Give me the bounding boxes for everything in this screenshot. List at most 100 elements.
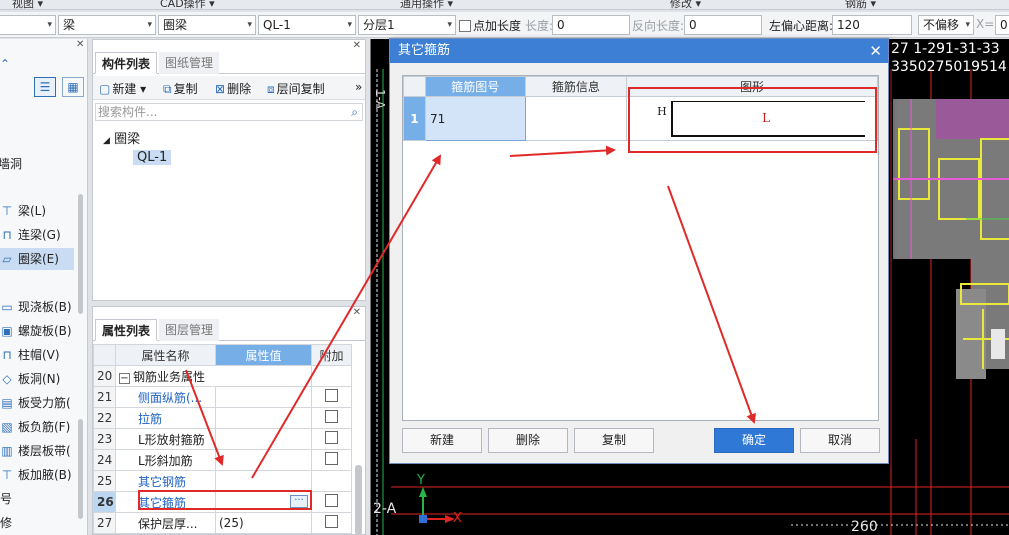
floor-copy-button[interactable]: ⧈ 层间复制 xyxy=(267,80,325,97)
close-icon[interactable]: ✕ xyxy=(76,39,84,50)
shape-no-cell[interactable]: 71 xyxy=(424,96,526,141)
search-icon[interactable]: ⌕ xyxy=(351,104,358,120)
component-toolbar: ▢ 新建 ▾ ⧉ 复制 ⊠ 删除 ⧈ 层间复制 » xyxy=(93,76,365,100)
table-row[interactable]: 1 71 H L xyxy=(403,96,878,141)
attach-checkbox[interactable] xyxy=(325,494,338,507)
copy-button[interactable]: 复制 xyxy=(574,428,654,453)
tab-component-list[interactable]: 构件列表 xyxy=(95,52,158,74)
delete-button[interactable]: 删除 xyxy=(488,428,568,453)
close-icon[interactable]: ✕ xyxy=(353,307,361,318)
nav-item-haunch[interactable]: ⊤ 板加腋(B) xyxy=(0,464,72,486)
tab-property-list[interactable]: 属性列表 xyxy=(95,319,158,341)
component-tabs: 构件列表 图纸管理 xyxy=(93,52,365,74)
attach-checkbox[interactable] xyxy=(325,515,338,528)
attach-checkbox[interactable] xyxy=(325,431,338,444)
ribbon-item[interactable]: 视图 ▾ xyxy=(12,0,43,9)
add-length-checkbox[interactable]: 点加长度 xyxy=(459,17,521,34)
ellipsis-button[interactable]: ··· xyxy=(290,495,308,508)
table-row[interactable]: 27 保护层厚... (25) xyxy=(93,512,352,534)
subtype-select[interactable]: 圈梁 ▾ xyxy=(158,15,256,35)
property-scrollbar[interactable] xyxy=(355,465,362,535)
nav-item-column-cap[interactable]: ⊓ 柱帽(V) xyxy=(0,344,59,366)
offset-mode-select[interactable]: 不偏移 ▾ xyxy=(918,15,974,35)
table-row[interactable]: 25 其它钢筋 xyxy=(93,470,352,492)
collapse-minus-icon[interactable]: − xyxy=(119,372,130,384)
cancel-button[interactable]: 取消 xyxy=(800,428,880,453)
nav-item-slab[interactable]: ▭ 现浇板(B) xyxy=(0,296,71,318)
nav-scrollbar[interactable] xyxy=(78,194,83,314)
table-row[interactable]: 21 侧面纵筋(... xyxy=(93,386,352,408)
beam-icon: ⊤ xyxy=(1,204,13,218)
ribbon-item[interactable]: CAD操作 ▾ xyxy=(160,0,215,9)
spiral-slab-icon: ▣ xyxy=(1,324,13,338)
tree-item-ql1[interactable]: QL-1 xyxy=(133,150,172,165)
category-select[interactable]: ▾ xyxy=(0,15,56,35)
slab-icon: ▭ xyxy=(1,300,13,314)
new-button[interactable]: 新建 xyxy=(402,428,482,453)
reverse-length-input[interactable]: 0 xyxy=(684,15,762,35)
ribbon-item[interactable]: 钢筋 ▾ xyxy=(845,0,876,9)
nav-item-coupling-beam[interactable]: ⊓ 连梁(G) xyxy=(0,224,60,246)
table-row-current[interactable]: 26 其它箍筋 ··· xyxy=(93,491,352,513)
nav-item-slab-hole[interactable]: ◇ 板洞(N) xyxy=(0,368,60,390)
table-row[interactable]: 24 L形斜加筋 xyxy=(93,449,352,471)
property-tabs: 属性列表 图层管理 xyxy=(93,319,365,341)
left-offset-input[interactable]: 120 xyxy=(832,15,912,35)
component-search-input[interactable]: 搜索构件... ⌕ xyxy=(95,103,363,121)
ribbon-item[interactable]: 修改 ▾ xyxy=(670,0,701,9)
attach-checkbox[interactable] xyxy=(325,452,338,465)
component-list-panel: ✕ 构件列表 图纸管理 ▢ 新建 ▾ ⧉ 复制 ⊠ 删除 ⧈ 层间复制 » 搜索构件..… xyxy=(92,39,366,301)
nav-item-floor-strip[interactable]: ▥ 楼层板带( xyxy=(0,440,70,462)
copy-component-button[interactable]: ⧉ 复制 xyxy=(163,80,198,97)
reverse-length-label: 反向长度: xyxy=(632,19,685,33)
chevron-down-icon: ▾ xyxy=(965,20,970,30)
nav-partial-item[interactable]: 墙洞 xyxy=(0,153,22,175)
close-icon[interactable]: ✕ xyxy=(869,39,882,63)
collapse-icon[interactable]: ⌃ xyxy=(0,53,30,75)
nav-trailing-item[interactable]: 号 xyxy=(0,488,12,510)
tree-root-ring-beam[interactable]: ◢ 圈梁 xyxy=(103,128,140,147)
table-header: 属性名称 属性值 附加 xyxy=(93,344,352,366)
nav-item-negative-rebar[interactable]: ▧ 板负筋(F) xyxy=(0,416,70,438)
tab-layer-manage[interactable]: 图层管理 xyxy=(159,319,220,341)
new-component-button[interactable]: ▢ 新建 ▾ xyxy=(99,80,146,97)
nav-scrollbar[interactable] xyxy=(78,419,83,519)
nav-item-spiral-slab[interactable]: ▣ 螺旋板(B) xyxy=(0,320,71,342)
more-button[interactable]: » xyxy=(355,80,362,94)
chevron-down-icon: ▾ xyxy=(247,20,252,30)
attach-checkbox[interactable] xyxy=(325,410,338,423)
tab-drawing-manage[interactable]: 图纸管理 xyxy=(159,52,220,74)
nav-item-slab-rebar[interactable]: ▤ 板受力筋( xyxy=(0,392,70,414)
nav-trailing-item[interactable]: 修 xyxy=(0,512,12,534)
attach-checkbox[interactable] xyxy=(325,389,338,402)
collapse-triangle-icon[interactable]: ◢ xyxy=(103,136,110,146)
table-row[interactable]: 23 L形放射箍筋 xyxy=(93,428,352,450)
grid-view-icon[interactable]: ▦ xyxy=(62,77,84,97)
delete-component-button[interactable]: ⊠ 删除 xyxy=(215,80,251,97)
chevron-down-icon: ▾ xyxy=(147,20,152,30)
axis-label-top: 27 1-291-31-33 xyxy=(891,41,1000,57)
nav-item-ring-beam[interactable]: ▱ 圈梁(E) xyxy=(0,248,74,270)
table-row[interactable]: 22 拉筋 xyxy=(93,407,352,429)
shape-cell[interactable]: H L xyxy=(626,96,878,141)
list-view-icon[interactable]: ☰ xyxy=(34,77,56,97)
dialog-title-bar[interactable]: 其它箍筋 xyxy=(390,39,888,63)
chevron-down-icon: ▾ xyxy=(47,20,52,30)
stirrup-grid-area[interactable]: 箍筋图号 箍筋信息 图形 1 71 H L xyxy=(402,75,879,421)
coupling-beam-icon: ⊓ xyxy=(2,228,12,242)
type-select[interactable]: 梁 ▾ xyxy=(58,15,156,35)
table-row[interactable]: 20 − 钢筋业务属性 xyxy=(93,365,352,387)
ribbon-bar: 视图 ▾ CAD操作 ▾ 通用操作 ▾ 修改 ▾ 钢筋 ▾ xyxy=(0,0,1009,10)
component-select[interactable]: QL-1 ▾ xyxy=(258,15,356,35)
stirrup-info-cell[interactable] xyxy=(524,96,628,141)
axis-label-bottom: 2-A xyxy=(373,501,397,517)
axis-label-left: 1-A xyxy=(373,89,387,109)
x-input[interactable]: 0 xyxy=(995,15,1009,35)
layer-select[interactable]: 分层1 ▾ xyxy=(358,15,456,35)
nav-item-beam[interactable]: ⊤ 梁(L) xyxy=(0,200,46,222)
slab-hole-icon: ◇ xyxy=(2,372,12,386)
length-input[interactable]: 0 xyxy=(552,15,630,35)
ribbon-item[interactable]: 通用操作 ▾ xyxy=(400,0,453,9)
close-icon[interactable]: ✕ xyxy=(353,40,361,51)
ok-button[interactable]: 确定 xyxy=(714,428,794,453)
